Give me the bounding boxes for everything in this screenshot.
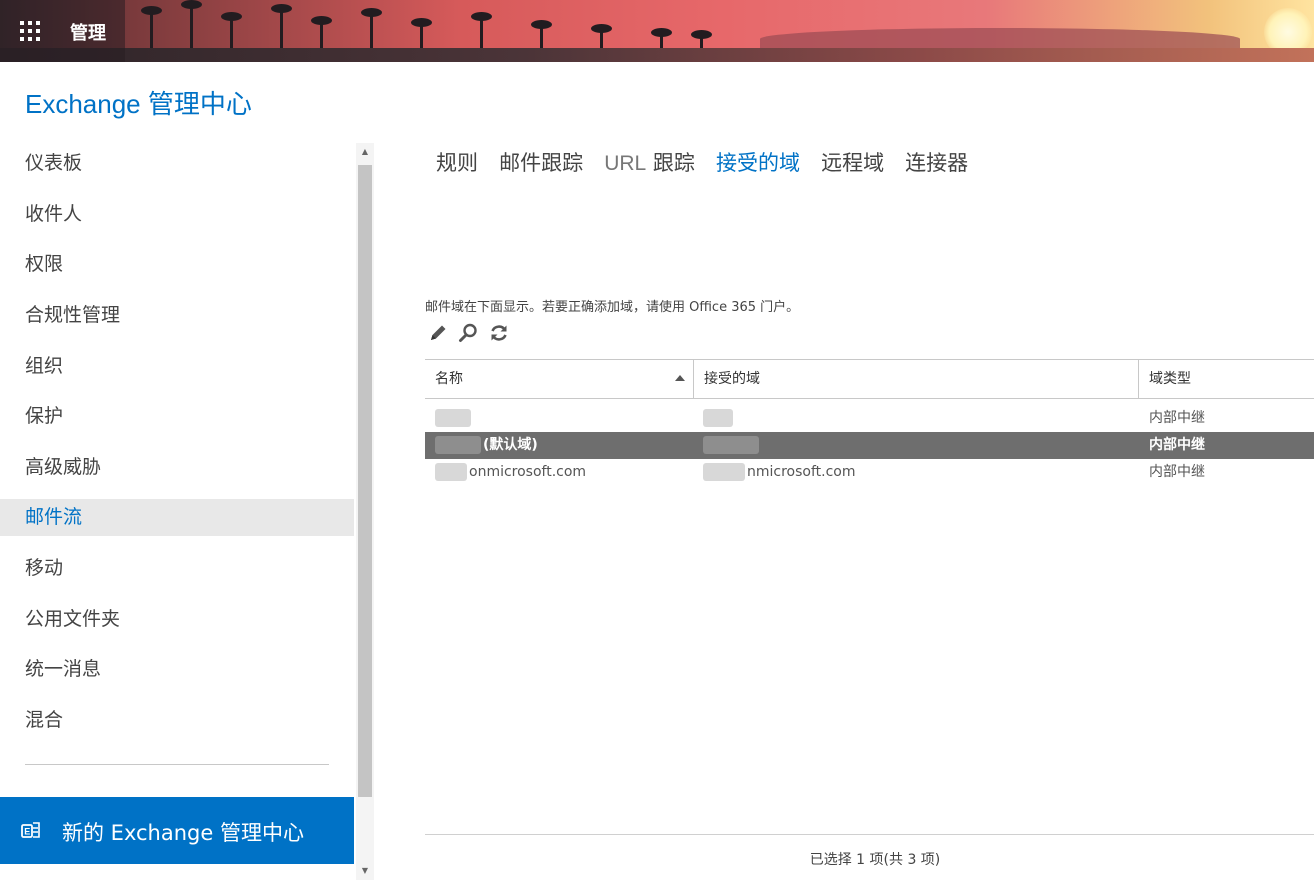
refresh-icon[interactable] [488, 322, 510, 344]
table-row[interactable]: 内部中继 [425, 405, 1314, 432]
sidebar-item-hybrid[interactable]: 混合 [0, 702, 354, 739]
sidebar-item-unified-messaging[interactable]: 统一消息 [0, 651, 354, 688]
banner-ground [0, 48, 1314, 62]
cell-accepted-domain [703, 405, 1138, 432]
cell-domain-type: 内部中继 [1149, 464, 1205, 480]
pencil-icon[interactable] [427, 322, 449, 344]
sidebar-item-organization[interactable]: 组织 [0, 348, 354, 385]
sidebar-item-public-folders[interactable]: 公用文件夹 [0, 601, 354, 638]
footer-divider [425, 834, 1314, 835]
scroll-down-arrow-icon[interactable]: ▼ [356, 862, 374, 880]
banner-left-block [0, 0, 125, 62]
cell-name: (默认域) [435, 432, 693, 459]
table-row[interactable]: onmicrosoft.com nmicrosoft.com 内部中继 [425, 459, 1314, 486]
accepted-domains-table: 名称 接受的域 域类型 内部中继 (默认域) 内部中继 onmicrosoft.… [425, 359, 1314, 486]
sidebar-item-mail-flow[interactable]: 邮件流 [0, 499, 354, 536]
cell-name-text: (默认域) [483, 437, 538, 453]
sidebar-item-compliance[interactable]: 合规性管理 [0, 297, 354, 334]
tab-accepted-domains[interactable]: 接受的域 [716, 147, 800, 177]
tab-message-trace[interactable]: 邮件跟踪 [499, 147, 583, 177]
cell-domain-type: 内部中继 [1149, 437, 1205, 453]
tab-url-trace[interactable]: URL 跟踪 [604, 147, 695, 177]
sort-ascending-icon [675, 375, 685, 381]
cell-name-text: onmicrosoft.com [469, 464, 587, 480]
search-icon[interactable] [457, 322, 479, 344]
column-header-name-label: 名称 [435, 371, 463, 387]
tab-url-trace-prefix: URL [604, 152, 647, 175]
selection-status: 已选择 1 项(共 3 项) [809, 852, 941, 868]
sidebar-item-recipients[interactable]: 收件人 [0, 196, 354, 233]
redacted-block [435, 436, 481, 454]
tab-rules[interactable]: 规则 [436, 147, 478, 177]
redacted-block [435, 409, 471, 427]
cell-accepted-domain: nmicrosoft.com [703, 459, 1138, 486]
app-launcher-icon[interactable] [20, 21, 40, 41]
mail-flow-tabs: 规则 邮件跟踪 URL 跟踪 接受的域 远程域 连接器 [436, 147, 984, 179]
sidebar-item-mobile[interactable]: 移动 [0, 550, 354, 587]
sidebar-item-dashboard[interactable]: 仪表板 [0, 145, 354, 182]
table-row[interactable]: (默认域) 内部中继 [425, 432, 1314, 459]
table-header: 名称 接受的域 域类型 [425, 359, 1314, 399]
sidebar-item-protection[interactable]: 保护 [0, 398, 354, 435]
app-title: Exchange 管理中心 [25, 89, 252, 119]
cell-name: onmicrosoft.com [435, 459, 693, 486]
sidebar-item-permissions[interactable]: 权限 [0, 246, 354, 283]
exchange-icon: E [21, 822, 40, 838]
admin-title[interactable]: 管理 [70, 19, 106, 45]
sidebar-scrollbar[interactable]: ▲ ▼ [356, 143, 374, 880]
scroll-thumb[interactable] [358, 165, 372, 797]
tab-url-trace-suffix: 跟踪 [652, 151, 695, 175]
column-header-domain-type[interactable]: 域类型 [1138, 360, 1314, 398]
tab-remote-domains[interactable]: 远程域 [821, 147, 884, 177]
svg-text:E: E [24, 827, 30, 837]
scroll-up-arrow-icon[interactable]: ▲ [356, 143, 374, 161]
tab-connectors[interactable]: 连接器 [905, 147, 968, 177]
redacted-block [703, 409, 733, 427]
cell-domain-type: 内部中继 [1149, 410, 1205, 426]
top-banner: 管理 [0, 0, 1314, 62]
redacted-block [703, 436, 759, 454]
cell-name [435, 405, 693, 432]
sidebar-item-advanced-threats[interactable]: 高级威胁 [0, 449, 354, 486]
banner-mountain [760, 28, 1240, 50]
left-navigation: 仪表板 收件人 权限 合规性管理 组织 保护 高级威胁 邮件流 移动 公用文件夹… [0, 139, 354, 880]
nav-divider [25, 764, 329, 765]
column-header-name[interactable]: 名称 [425, 360, 693, 398]
new-eac-button[interactable]: E 新的 Exchange 管理中心 [0, 797, 354, 864]
page-description: 邮件域在下面显示。若要正确添加域，请使用 Office 365 门户。 [425, 300, 800, 315]
redacted-block [435, 463, 467, 481]
redacted-block [703, 463, 745, 481]
new-eac-label: 新的 Exchange 管理中心 [62, 821, 304, 845]
column-header-accepted-domain[interactable]: 接受的域 [693, 360, 1138, 398]
cell-accepted-domain-text: nmicrosoft.com [747, 464, 856, 480]
cell-accepted-domain [703, 432, 1138, 459]
